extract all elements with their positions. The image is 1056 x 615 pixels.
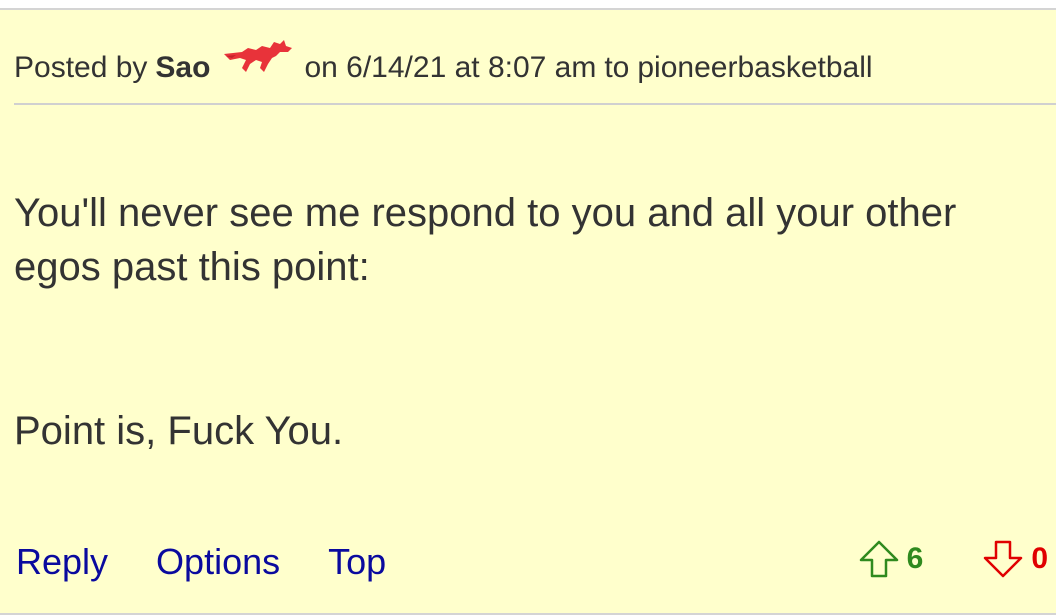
downvote-count: 0	[1031, 542, 1048, 575]
arrow-down-outline-icon	[983, 540, 1023, 578]
downvote-button[interactable]: 0	[983, 540, 1048, 578]
post-header: Posted by Sao on 6/14/21 at 8:07 am to p…	[14, 40, 873, 88]
post-paragraph: Point is, Fuck You.	[14, 409, 344, 453]
upvote-button[interactable]: 6	[859, 540, 924, 578]
options-link[interactable]: Options	[156, 537, 280, 587]
header-divider	[14, 103, 1056, 105]
reply-to-user[interactable]: pioneerbasketball	[637, 48, 872, 88]
upvote-count: 6	[906, 542, 924, 575]
post-actions: Reply Options Top	[16, 537, 386, 587]
team-logo-icon	[222, 38, 294, 78]
to-label: to	[604, 51, 630, 84]
vote-controls: 6 0	[859, 537, 1048, 581]
author-name[interactable]: Sao	[155, 48, 210, 88]
posted-by-label: Posted by	[14, 51, 148, 84]
post-date: on 6/14/21 at 8:07 am	[304, 51, 597, 84]
post-container: Posted by Sao on 6/14/21 at 8:07 am to p…	[0, 8, 1056, 615]
post-body: You'll never see me respond to you and a…	[14, 186, 1014, 458]
arrow-up-outline-icon	[859, 540, 899, 578]
top-link[interactable]: Top	[328, 537, 386, 587]
post-paragraph: You'll never see me respond to you and a…	[14, 191, 957, 289]
reply-link[interactable]: Reply	[16, 537, 108, 587]
